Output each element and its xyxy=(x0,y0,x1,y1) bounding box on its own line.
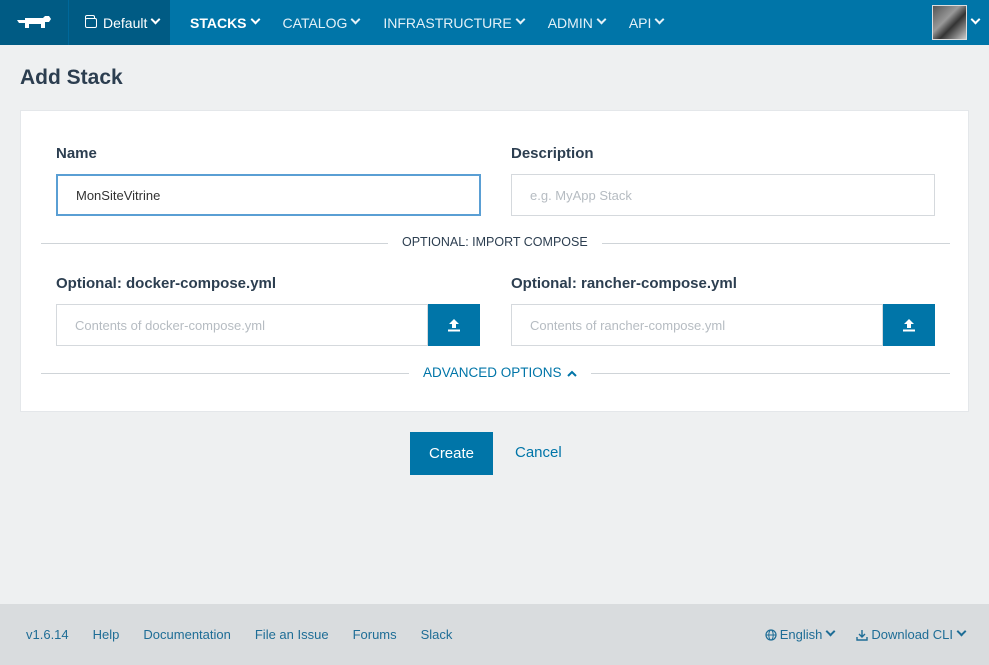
nav-stacks[interactable]: STACKS xyxy=(190,0,260,45)
docker-compose-input[interactable]: Contents of docker-compose.yml xyxy=(56,304,428,346)
description-label: Description xyxy=(511,145,594,162)
advanced-options-toggle[interactable]: ADVANCED OPTIONS xyxy=(409,365,592,380)
file-issue-link[interactable]: File an Issue xyxy=(255,627,329,642)
docker-compose-placeholder: Contents of docker-compose.yml xyxy=(75,317,266,333)
forums-link[interactable]: Forums xyxy=(353,627,397,642)
download-cli-label: Download CLI xyxy=(871,627,953,642)
version-link[interactable]: v1.6.14 xyxy=(26,627,69,642)
chevron-down-icon xyxy=(970,14,981,25)
description-input[interactable]: e.g. MyApp Stack xyxy=(511,174,935,216)
rancher-compose-input[interactable]: Contents of rancher-compose.yml xyxy=(511,304,883,346)
footer: v1.6.14 Help Documentation File an Issue… xyxy=(0,604,989,665)
download-cli-menu[interactable]: Download CLI xyxy=(856,626,967,642)
chevron-down-icon xyxy=(825,626,836,637)
slack-link[interactable]: Slack xyxy=(421,627,453,642)
top-navigation: Default STACKS CATALOG INFRASTRUCTURE AD… xyxy=(0,0,989,45)
advanced-options-label: ADVANCED OPTIONS xyxy=(423,365,562,380)
nav-api[interactable]: API xyxy=(629,0,665,45)
chevron-down-icon xyxy=(350,14,361,25)
help-link[interactable]: Help xyxy=(93,627,120,642)
create-button[interactable]: Create xyxy=(410,432,493,475)
cancel-button[interactable]: Cancel xyxy=(515,444,562,461)
upload-icon xyxy=(903,319,915,332)
nav-catalog[interactable]: CATALOG xyxy=(283,0,361,45)
environment-selector[interactable]: Default xyxy=(68,0,170,45)
docker-compose-upload-button[interactable] xyxy=(428,304,480,346)
docker-compose-label: Optional: docker-compose.yml xyxy=(56,275,277,292)
chevron-down-icon xyxy=(250,14,260,25)
rancher-compose-upload-button[interactable] xyxy=(883,304,935,346)
chevron-down-icon xyxy=(596,14,607,25)
add-stack-form: Name MonSiteVitrine Description e.g. MyA… xyxy=(20,110,969,412)
globe-icon xyxy=(765,628,777,641)
download-icon xyxy=(856,629,869,641)
avatar xyxy=(932,5,967,40)
chevron-down-icon xyxy=(654,14,665,25)
language-label: English xyxy=(779,627,823,642)
rancher-logo[interactable] xyxy=(0,0,68,45)
chevron-down-icon xyxy=(515,14,526,25)
name-input[interactable]: MonSiteVitrine xyxy=(56,174,481,216)
rancher-compose-label: Optional: rancher-compose.yml xyxy=(511,275,737,292)
page-title: Add Stack xyxy=(20,66,123,89)
documentation-link[interactable]: Documentation xyxy=(143,627,230,642)
chevron-up-icon xyxy=(567,370,578,377)
description-placeholder: e.g. MyApp Stack xyxy=(530,187,632,203)
chevron-down-icon xyxy=(956,626,967,637)
rancher-compose-placeholder: Contents of rancher-compose.yml xyxy=(530,317,726,333)
environment-icon xyxy=(84,14,97,28)
nav-infrastructure[interactable]: INFRASTRUCTURE xyxy=(383,0,526,45)
name-value: MonSiteVitrine xyxy=(76,187,161,203)
chevron-down-icon xyxy=(150,14,161,25)
name-label: Name xyxy=(56,145,97,162)
language-selector[interactable]: English xyxy=(765,626,836,642)
cow-logo-icon xyxy=(17,15,51,28)
upload-icon xyxy=(448,319,460,332)
nav-admin[interactable]: ADMIN xyxy=(548,0,607,45)
main-menu: STACKS CATALOG INFRASTRUCTURE ADMIN API xyxy=(190,0,687,45)
user-menu[interactable] xyxy=(932,5,981,40)
environment-label: Default xyxy=(103,14,148,31)
import-divider-label: OPTIONAL: IMPORT COMPOSE xyxy=(388,235,602,249)
